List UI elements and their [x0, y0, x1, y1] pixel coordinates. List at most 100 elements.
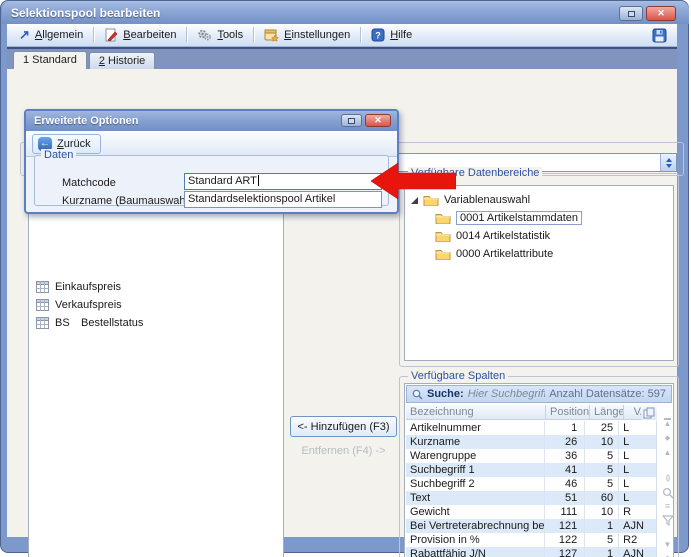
- cell-len: 10: [585, 435, 619, 449]
- matchcode-label: Matchcode: [62, 177, 116, 189]
- toolbar-button-bearbeiten[interactable]: Bearbeiten: [96, 26, 184, 44]
- cell-len: 60: [585, 491, 619, 505]
- table-row[interactable]: Warengruppe365L: [406, 449, 656, 463]
- cell-va: L: [619, 449, 656, 463]
- cell-pos: 51: [545, 491, 585, 505]
- save-button[interactable]: [652, 28, 673, 43]
- table-row[interactable]: Provision in %1225R2: [406, 533, 656, 547]
- toolbar-button-allgemein[interactable]: ↗ Allgemein: [11, 27, 91, 43]
- cell-name: Rabattfähig J/N: [406, 547, 545, 557]
- cell-pos: 122: [545, 533, 585, 547]
- search-placeholder: Hier Suchbegriff eing: [468, 388, 546, 400]
- dialog-restore-button[interactable]: [341, 114, 362, 127]
- selected-column-item[interactable]: Verkaufspreis: [36, 297, 122, 313]
- help-icon: ?: [371, 28, 385, 42]
- combo-spinner-button[interactable]: [660, 154, 676, 171]
- toolbar-label: Allgemein: [35, 29, 83, 41]
- table-row[interactable]: Text5160L: [406, 491, 656, 505]
- table-row[interactable]: Gewicht11110R: [406, 505, 656, 519]
- app-window: Selektionspool bearbeiten ✕ ↗ Allgemein …: [0, 0, 689, 553]
- cell-pos: 1: [545, 421, 585, 435]
- table-row[interactable]: Suchbegriff 2465L: [406, 477, 656, 491]
- close-button[interactable]: ✕: [646, 6, 676, 21]
- cell-name: Provision in %: [406, 533, 545, 547]
- cell-len: 5: [585, 477, 619, 491]
- dialog-close-button[interactable]: ✕: [365, 114, 391, 127]
- close-icon: ✕: [374, 115, 382, 126]
- item-label: Einkaufspreis: [55, 281, 121, 293]
- folder-icon: [435, 248, 451, 260]
- column-header-bezeichnung[interactable]: Bezeichnung: [406, 405, 546, 419]
- add-button[interactable]: <- Hinzufügen (F3): [290, 416, 397, 437]
- list-icon[interactable]: ≡: [661, 500, 674, 513]
- tree-item[interactable]: 0014 Artikelstatistik: [435, 228, 550, 244]
- search-icon[interactable]: [661, 486, 674, 499]
- screenshot-root: { "window": { "title": "Selektionspool b…: [0, 0, 691, 557]
- cell-name: Suchbegriff 2: [406, 477, 545, 491]
- table-icon: [36, 299, 49, 311]
- red-callout-arrow: [371, 162, 456, 200]
- restore-icon: [348, 118, 355, 124]
- spin-up-icon: [666, 158, 672, 162]
- table-row[interactable]: Kurzname2610L: [406, 435, 656, 449]
- settings-window-icon: [264, 28, 279, 42]
- column-width-icon[interactable]: (|): [661, 472, 674, 485]
- step-down-icon[interactable]: ▼: [661, 538, 674, 551]
- toolbar-label: Bearbeiten: [123, 29, 176, 41]
- filter-icon[interactable]: [661, 514, 674, 527]
- kurzname-input[interactable]: Standardselektionspool Artikel: [184, 191, 382, 208]
- dialog-title-bar[interactable]: Erweiterte Optionen ✕: [26, 111, 397, 131]
- gears-icon: [197, 28, 212, 42]
- back-button-label: Zurück: [57, 138, 91, 150]
- record-count: Anzahl Datensätze: 597: [549, 388, 666, 400]
- cell-name: Artikelnummer: [406, 421, 545, 435]
- cell-pos: 127: [545, 547, 585, 557]
- matchcode-input[interactable]: Standard ART: [184, 173, 382, 190]
- datenbereiche-tree[interactable]: Variablenauswahl 0001 Artikelstammdaten 00…: [404, 185, 674, 361]
- item-label: Bestellstatus: [81, 317, 143, 329]
- toolbar-label: Hilfe: [390, 29, 412, 41]
- move-down-icon[interactable]: ◆: [661, 552, 674, 557]
- toolbar-button-hilfe[interactable]: ? Hilfe: [363, 26, 420, 44]
- tree-item-label: Variablenauswahl: [444, 194, 530, 206]
- toolbar-button-einstellungen[interactable]: Einstellungen: [256, 26, 358, 44]
- toolbar-label: Einstellungen: [284, 29, 350, 41]
- tree-item[interactable]: 0001 Artikelstammdaten: [435, 210, 582, 226]
- selected-columns-listbox[interactable]: Einkaufspreis Verkaufspreis BS Bestellstatu…: [28, 194, 284, 557]
- selected-column-item[interactable]: Einkaufspreis: [36, 279, 121, 295]
- tree-item[interactable]: 0000 Artikelattribute: [435, 246, 553, 262]
- cell-va: L: [619, 477, 656, 491]
- restore-button[interactable]: [619, 6, 643, 21]
- search-label: Suche:: [427, 388, 464, 400]
- table-row[interactable]: Artikelnummer125L: [406, 421, 656, 435]
- toolbar-separator: [360, 27, 361, 43]
- cell-name: Text: [406, 491, 545, 505]
- step-up-icon[interactable]: ▲: [661, 446, 674, 459]
- cell-name: Gewicht: [406, 505, 545, 519]
- cell-va: AJN: [619, 519, 656, 533]
- column-header-position[interactable]: Position: [546, 405, 590, 419]
- tree-item-label: 0000 Artikelattribute: [456, 248, 553, 260]
- table-row[interactable]: Bei Vertreterabrechnung berücksichtige12…: [406, 519, 656, 533]
- toolbar-button-tools[interactable]: Tools: [189, 26, 251, 44]
- move-up-icon[interactable]: ◆: [661, 432, 674, 445]
- table-row[interactable]: Suchbegriff 1415L: [406, 463, 656, 477]
- search-bar[interactable]: Suche: Hier Suchbegriff eing Anzahl Date…: [406, 385, 672, 403]
- copy-button[interactable]: [641, 405, 657, 420]
- column-header-laenge[interactable]: Länge: [590, 405, 624, 419]
- tab-historie[interactable]: 2 Historie: [89, 52, 155, 69]
- cell-pos: 46: [545, 477, 585, 491]
- table-icon: [36, 281, 49, 293]
- item-label: Verkaufspreis: [55, 299, 122, 311]
- title-bar[interactable]: Selektionspool bearbeiten ✕: [2, 2, 689, 24]
- toolbar-separator: [93, 27, 94, 43]
- scroll-top-icon[interactable]: ▲: [661, 416, 674, 429]
- item-code: BS: [55, 317, 75, 329]
- cell-va: L: [619, 491, 656, 505]
- main-toolbar: ↗ Allgemein Bearbeiten Tools Einstellung…: [7, 24, 677, 47]
- table-row[interactable]: Rabattfähig J/N1271AJN: [406, 547, 656, 557]
- restore-icon: [628, 11, 635, 17]
- tab-standard[interactable]: 1 Standard: [13, 51, 87, 69]
- selected-column-item[interactable]: BS Bestellstatus: [36, 315, 143, 331]
- text-caret: [258, 175, 259, 186]
